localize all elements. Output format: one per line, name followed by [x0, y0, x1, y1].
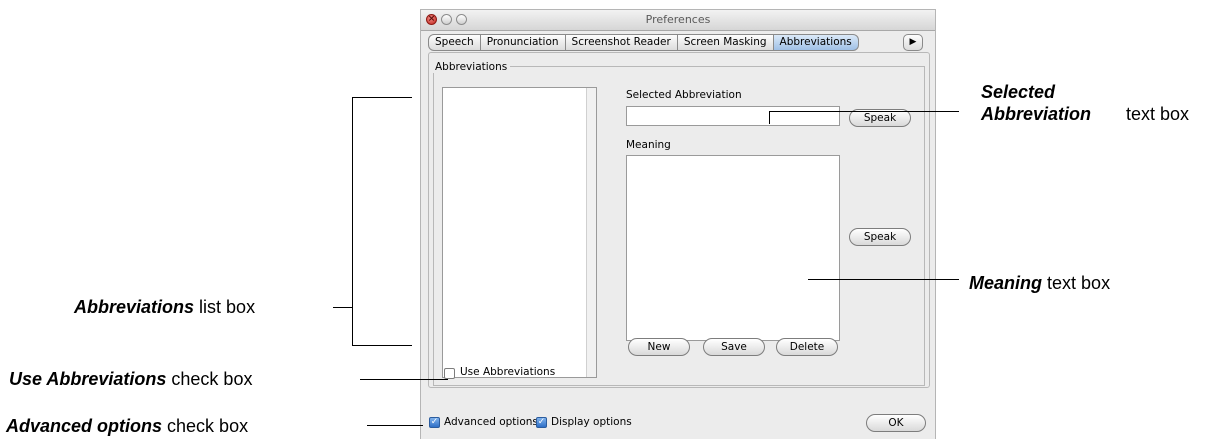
tab-screen-masking[interactable]: Screen Masking	[677, 34, 774, 51]
callout-line	[367, 425, 423, 426]
callout-line	[333, 307, 352, 308]
delete-button[interactable]: Delete	[776, 338, 838, 356]
abbreviations-list-callout: Abbreviations list box	[74, 297, 255, 318]
use-abbreviations-checkbox[interactable]	[444, 368, 455, 379]
callout-line	[352, 97, 412, 98]
callout-rest: list box	[199, 297, 256, 317]
advanced-options-checkbox[interactable]: ✓	[429, 417, 440, 428]
use-abbreviations-label: Use Abbreviations	[460, 366, 556, 378]
advanced-options-callout: Advanced options check box	[6, 416, 248, 437]
callout-bold: Meaning	[969, 273, 1043, 293]
callout-bold: Abbreviations	[74, 297, 195, 317]
window-title: Preferences	[645, 13, 711, 26]
meaning-field[interactable]	[626, 155, 840, 341]
speak-meaning-button[interactable]: Speak	[849, 228, 911, 246]
abbreviations-list-box[interactable]	[442, 87, 597, 378]
advanced-options-label: Advanced options	[444, 416, 538, 428]
callout-line	[769, 111, 770, 124]
meaning-callout: Meaning text box	[969, 273, 1110, 294]
selected-abbreviation-field[interactable]	[626, 106, 840, 126]
use-abbreviations-callout: Use Abbreviations check box	[9, 369, 252, 390]
meaning-label: Meaning	[626, 139, 671, 151]
callout-bold: Selected Abbreviation	[981, 82, 1092, 124]
title-bar: × Preferences	[421, 10, 935, 31]
callout-line	[808, 279, 959, 280]
callout-line	[352, 97, 353, 346]
callout-rest: text box	[1047, 273, 1111, 293]
selected-abbreviation-label: Selected Abbreviation	[626, 89, 742, 101]
callout-bold: Use Abbreviations	[9, 369, 167, 389]
callout-rest: check box	[171, 369, 253, 389]
group-label: Abbreviations	[432, 61, 511, 73]
tab-pronunciation[interactable]: Pronunciation	[480, 34, 566, 51]
save-button[interactable]: Save	[703, 338, 765, 356]
tab-screenshot-reader[interactable]: Screenshot Reader	[565, 34, 678, 51]
callout-rest: text box	[1126, 104, 1190, 124]
ok-button[interactable]: OK	[866, 414, 926, 432]
tab-bar: Speech Pronunciation Screenshot Reader S…	[428, 34, 859, 51]
callout-line	[352, 345, 412, 346]
display-options-label: Display options	[551, 416, 632, 428]
selected-abbreviation-callout: Selected Abbreviation text box	[981, 81, 1189, 125]
callout-bold: Advanced options	[6, 416, 163, 436]
display-options-checkbox[interactable]: ✓	[536, 417, 547, 428]
right-arrow-icon[interactable]: ▶	[903, 34, 923, 51]
callout-line	[360, 379, 448, 380]
tab-speech[interactable]: Speech	[428, 34, 481, 51]
tab-abbreviations[interactable]: Abbreviations	[773, 34, 859, 51]
list-scrollbar[interactable]	[586, 88, 596, 377]
callout-rest: check box	[167, 416, 249, 436]
preferences-window: × Preferences Speech Pronunciation Scree…	[420, 9, 936, 439]
new-button[interactable]: New	[628, 338, 690, 356]
callout-line	[769, 111, 959, 112]
